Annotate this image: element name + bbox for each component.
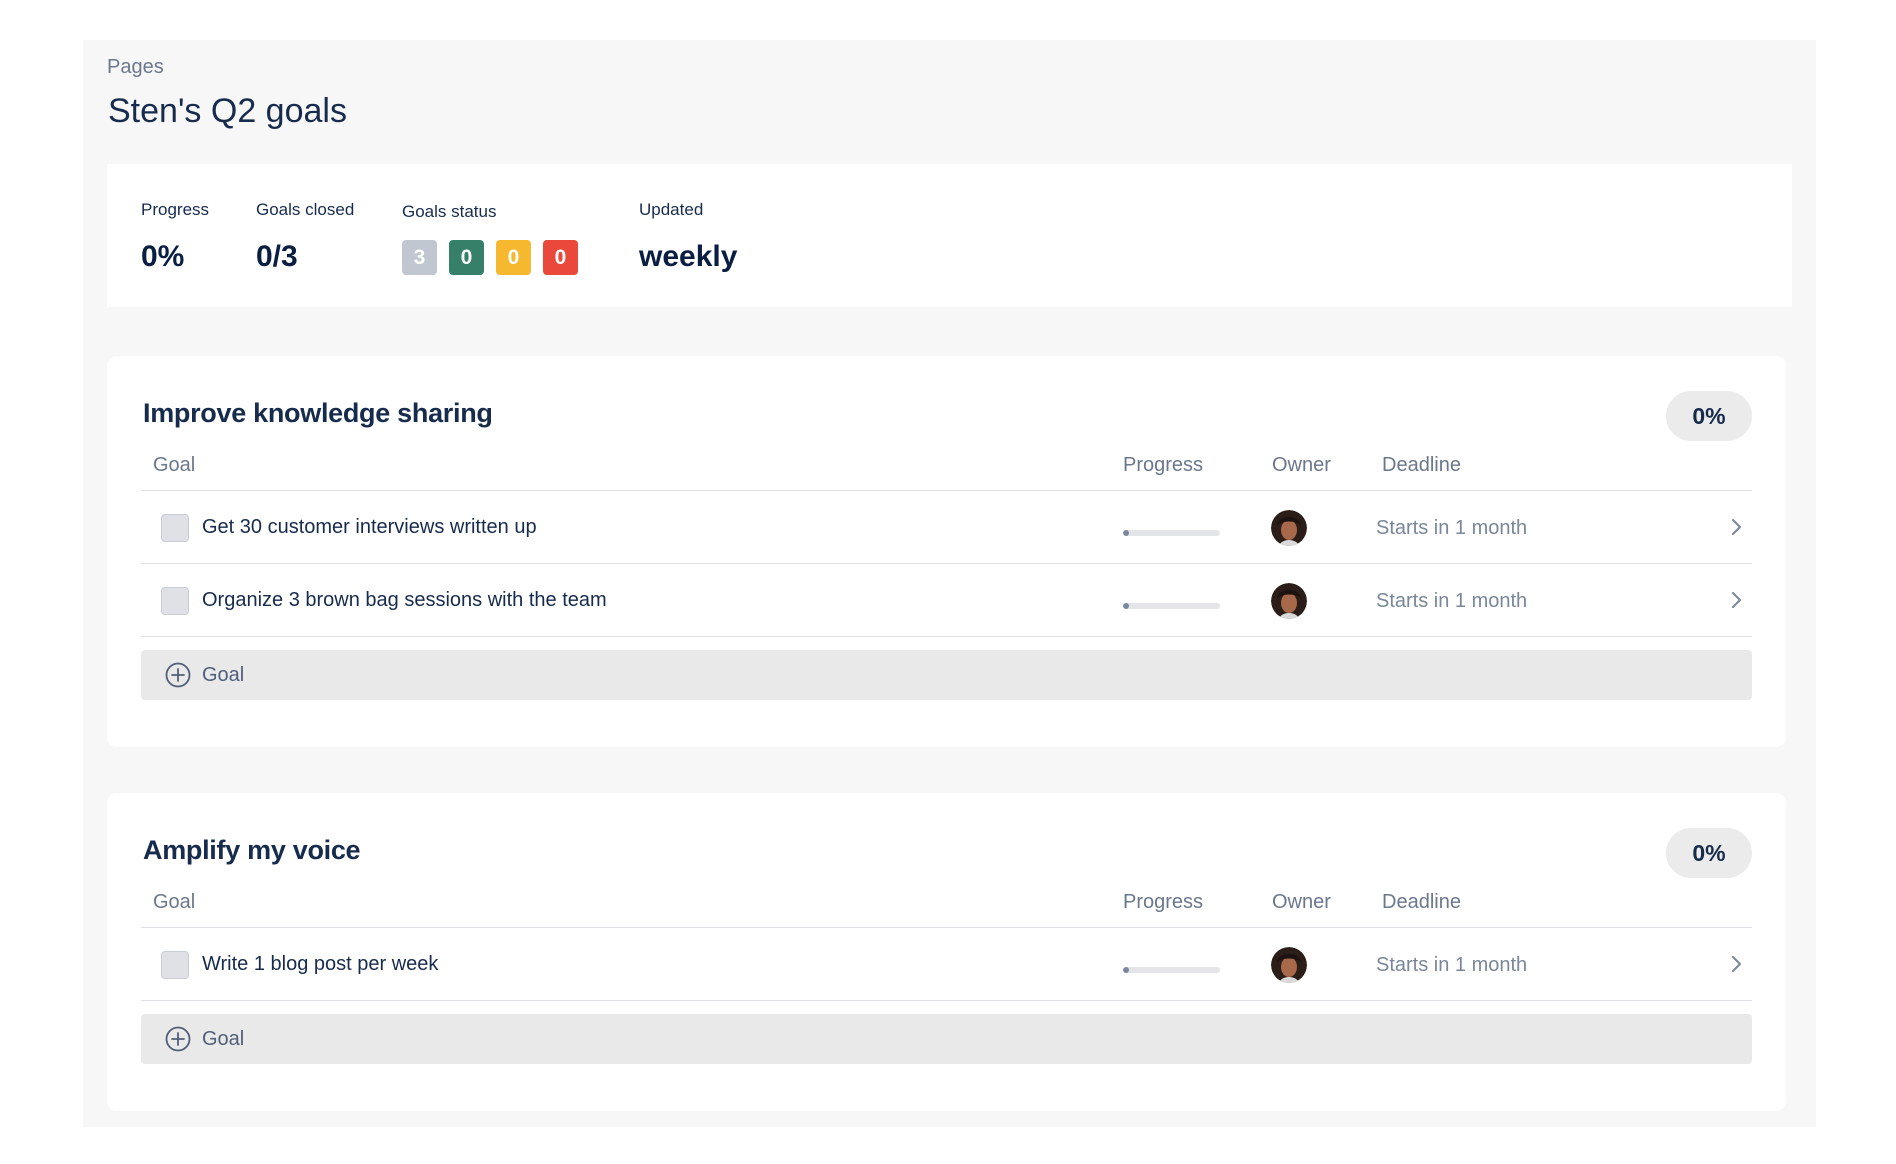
status-count-at-risk: 0 bbox=[496, 240, 531, 275]
column-header-deadline: Deadline bbox=[1382, 454, 1461, 476]
column-header-deadline: Deadline bbox=[1382, 891, 1461, 913]
goal-checkbox[interactable] bbox=[161, 951, 189, 979]
status-count-on-track: 0 bbox=[449, 240, 484, 275]
summary-updated: Updated weekly bbox=[639, 200, 737, 274]
goal-checkbox[interactable] bbox=[161, 587, 189, 615]
plus-circle-icon bbox=[165, 662, 191, 688]
status-count-not-started: 3 bbox=[402, 240, 437, 275]
owner-avatar[interactable] bbox=[1271, 583, 1307, 619]
table-row[interactable]: Get 30 customer interviews written up St… bbox=[141, 491, 1752, 564]
column-header-owner: Owner bbox=[1272, 891, 1331, 913]
add-goal-label: Goal bbox=[202, 1028, 245, 1050]
add-goal-button[interactable]: Goal bbox=[141, 1014, 1752, 1064]
column-header-goal: Goal bbox=[153, 454, 196, 476]
summary-goals-status: Goals status 3 0 0 0 bbox=[402, 202, 578, 275]
table-row[interactable]: Organize 3 brown bag sessions with the t… bbox=[141, 564, 1752, 637]
add-goal-button[interactable]: Goal bbox=[141, 650, 1752, 700]
section-amplify-my-voice: Amplify my voice 0% Goal Progress Owner … bbox=[107, 793, 1786, 1111]
summary-progress: Progress 0% bbox=[141, 200, 209, 274]
goal-name[interactable]: Organize 3 brown bag sessions with the t… bbox=[202, 589, 607, 612]
status-counts: 3 0 0 0 bbox=[402, 240, 578, 275]
add-goal-label: Goal bbox=[202, 664, 245, 686]
plus-circle-icon bbox=[165, 1026, 191, 1052]
goal-deadline[interactable]: Starts in 1 month bbox=[1376, 517, 1527, 540]
summary-progress-value: 0% bbox=[141, 240, 185, 273]
owner-avatar[interactable] bbox=[1271, 510, 1307, 546]
column-header-progress: Progress bbox=[1123, 891, 1204, 913]
page-title: Sten's Q2 goals bbox=[108, 92, 347, 130]
status-count-off-track: 0 bbox=[543, 240, 578, 275]
column-header-progress: Progress bbox=[1123, 454, 1204, 476]
chevron-right-icon[interactable] bbox=[1726, 517, 1746, 537]
goal-checkbox[interactable] bbox=[161, 514, 189, 542]
summary-goals-closed: Goals closed 0/3 bbox=[256, 200, 354, 274]
goal-deadline[interactable]: Starts in 1 month bbox=[1376, 954, 1527, 977]
goal-progress-fill bbox=[1123, 967, 1129, 973]
section-title: Amplify my voice bbox=[143, 835, 361, 865]
goals-page: Pages Sten's Q2 goals Progress 0% Goals … bbox=[83, 40, 1816, 1127]
goal-progress-bar bbox=[1123, 603, 1220, 609]
goal-name[interactable]: Write 1 blog post per week bbox=[202, 953, 438, 976]
summary-closed-value: 0/3 bbox=[256, 240, 298, 273]
column-header-goal: Goal bbox=[153, 891, 196, 913]
goal-name[interactable]: Get 30 customer interviews written up bbox=[202, 516, 537, 539]
goal-progress-fill bbox=[1123, 530, 1129, 536]
goal-deadline[interactable]: Starts in 1 month bbox=[1376, 590, 1527, 613]
section-progress-badge: 0% bbox=[1666, 828, 1752, 878]
goal-progress-fill bbox=[1123, 603, 1129, 609]
section-progress-badge: 0% bbox=[1666, 391, 1752, 441]
summary-closed-label: Goals closed bbox=[256, 200, 355, 219]
column-header-owner: Owner bbox=[1272, 454, 1331, 476]
owner-avatar[interactable] bbox=[1271, 947, 1307, 983]
table-row[interactable]: Write 1 blog post per week Starts in 1 m… bbox=[141, 928, 1752, 1001]
chevron-right-icon[interactable] bbox=[1726, 590, 1746, 610]
goal-progress-bar bbox=[1123, 530, 1220, 536]
section-improve-knowledge-sharing: Improve knowledge sharing 0% Goal Progre… bbox=[107, 356, 1786, 747]
summary-updated-value: weekly bbox=[639, 240, 738, 273]
goal-progress-bar bbox=[1123, 967, 1220, 973]
summary-status-label: Goals status bbox=[402, 202, 497, 221]
summary-updated-label: Updated bbox=[639, 200, 704, 219]
summary-card: Progress 0% Goals closed 0/3 Goals statu… bbox=[107, 164, 1792, 307]
breadcrumb[interactable]: Pages bbox=[107, 56, 164, 79]
summary-progress-label: Progress bbox=[141, 200, 210, 219]
chevron-right-icon[interactable] bbox=[1726, 954, 1746, 974]
section-title: Improve knowledge sharing bbox=[143, 398, 493, 428]
